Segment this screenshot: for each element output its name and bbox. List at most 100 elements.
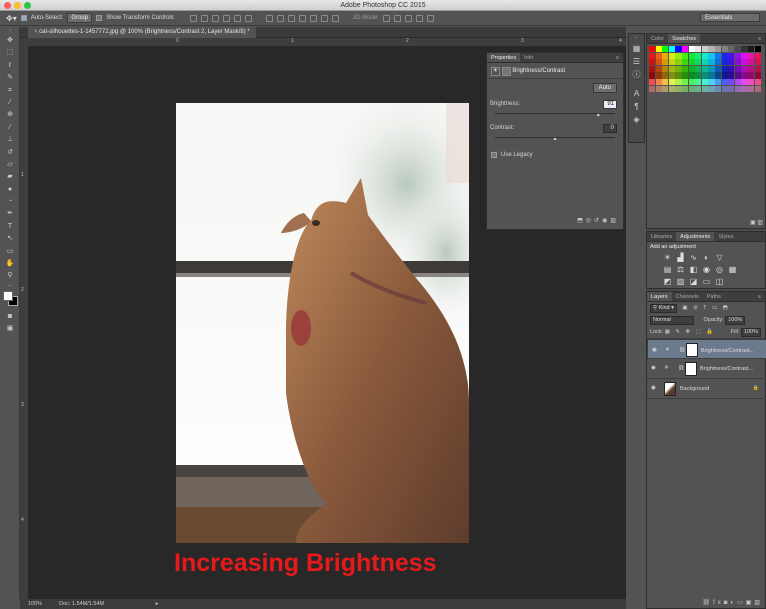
distribute-right-icon[interactable]	[320, 14, 328, 22]
gradient-map-adj-icon[interactable]: ▭	[702, 277, 711, 286]
swatch-cell[interactable]	[748, 46, 755, 53]
swatch-cell[interactable]	[701, 46, 708, 53]
swatch-cell[interactable]	[708, 65, 715, 72]
swatch-cell[interactable]	[734, 72, 741, 79]
swatch-cell[interactable]	[701, 65, 708, 72]
swatch-cell[interactable]	[688, 72, 695, 79]
swatch-cell[interactable]	[708, 59, 715, 66]
swatch-cell[interactable]	[721, 59, 728, 66]
swatch-cell[interactable]	[721, 79, 728, 86]
swatch-cell[interactable]	[741, 65, 748, 72]
swatch-cell[interactable]	[695, 59, 702, 66]
swatch-cell[interactable]	[688, 85, 695, 92]
swatch-cell[interactable]	[721, 52, 728, 59]
quick-select-tool-icon[interactable]: ✎	[0, 72, 20, 84]
swatch-cell[interactable]	[708, 52, 715, 59]
zoom-level[interactable]: 100%	[28, 601, 42, 607]
swatch-cell[interactable]	[754, 46, 761, 53]
curves-adj-icon[interactable]: ∿	[689, 253, 698, 262]
3d-pan-icon[interactable]	[404, 14, 412, 22]
history-brush-tool-icon[interactable]: ↺	[0, 147, 20, 159]
3d-roll-icon[interactable]	[393, 14, 401, 22]
swatch-cell[interactable]	[662, 65, 669, 72]
clone-stamp-tool-icon[interactable]: ⊥	[0, 134, 20, 146]
type-tool-icon[interactable]: T	[0, 221, 20, 233]
swatch-cell[interactable]	[701, 72, 708, 79]
swatch-cell[interactable]	[748, 59, 755, 66]
info-icon[interactable]: ⓘ	[629, 68, 644, 81]
eyedropper-tool-icon[interactable]: ⁄	[0, 97, 20, 109]
eraser-tool-icon[interactable]: ▱	[0, 159, 20, 171]
swatch-cell[interactable]	[675, 79, 682, 86]
swatch-cell[interactable]	[668, 79, 675, 86]
swatch-cell[interactable]	[649, 85, 656, 92]
layer-mask-icon[interactable]	[501, 67, 511, 76]
swatch-cell[interactable]	[668, 85, 675, 92]
new-group-icon[interactable]: ▭	[737, 600, 746, 606]
swatch-cell[interactable]	[649, 46, 656, 53]
tab-paths[interactable]: Paths	[703, 292, 725, 301]
swatch-cell[interactable]	[748, 72, 755, 79]
move-tool-icon[interactable]: ✥	[0, 35, 20, 47]
photo-filter-adj-icon[interactable]: ◉	[702, 265, 711, 274]
align-hcenter-icon[interactable]	[233, 14, 241, 22]
swatch-cell[interactable]	[715, 65, 722, 72]
tab-adjustments[interactable]: Adjustments	[676, 232, 715, 241]
swatch-cell[interactable]	[675, 72, 682, 79]
foreground-color-icon[interactable]	[3, 290, 13, 301]
minimize-window-icon[interactable]	[14, 2, 21, 9]
swatch-cell[interactable]	[708, 46, 715, 53]
delete-layer-icon[interactable]: ▥	[754, 600, 763, 606]
swatch-cell[interactable]	[741, 79, 748, 86]
layer-row[interactable]: ◉ Background 🔒	[647, 379, 766, 399]
color-swatches[interactable]	[0, 289, 20, 311]
swatches-menu-icon[interactable]: ≡	[754, 34, 765, 43]
swatch-cell[interactable]	[734, 46, 741, 53]
swatch-cell[interactable]	[662, 85, 669, 92]
3d-scale-icon[interactable]	[426, 14, 434, 22]
quick-mask-icon[interactable]: ◙	[0, 311, 20, 323]
reset-icon[interactable]: ↺	[594, 218, 602, 224]
swatch-cell[interactable]	[734, 59, 741, 66]
swatch-cell[interactable]	[741, 59, 748, 66]
link-layers-icon[interactable]: ⛓	[702, 600, 713, 606]
horizontal-ruler[interactable]: 0 1 2 3 4	[29, 38, 626, 47]
invert-adj-icon[interactable]: ◩	[663, 277, 672, 286]
brightness-field[interactable]: 91	[603, 100, 617, 109]
swatch-cell[interactable]	[682, 46, 689, 53]
swatch-cell[interactable]	[728, 72, 735, 79]
distribute-vcenter-icon[interactable]	[276, 14, 284, 22]
swatch-cell[interactable]	[682, 72, 689, 79]
threshold-adj-icon[interactable]: ◪	[689, 277, 698, 286]
swatch-cell[interactable]	[682, 59, 689, 66]
layer-mask-thumbnail[interactable]	[686, 343, 698, 357]
swatch-cell[interactable]	[695, 46, 702, 53]
distribute-left-icon[interactable]	[298, 14, 306, 22]
align-bottom-icon[interactable]	[211, 14, 219, 22]
background-thumbnail[interactable]	[664, 382, 676, 396]
distribute-hcenter-icon[interactable]	[309, 14, 317, 22]
swatch-cell[interactable]	[701, 79, 708, 86]
fx-icon[interactable]: fx	[713, 600, 724, 606]
swatch-cell[interactable]	[695, 79, 702, 86]
swatch-cell[interactable]	[668, 65, 675, 72]
exposure-adj-icon[interactable]: ◐	[702, 253, 711, 262]
3d-rotate-icon[interactable]	[382, 14, 390, 22]
swatch-cell[interactable]	[721, 65, 728, 72]
pen-tool-icon[interactable]: ✒	[0, 208, 20, 220]
swatch-cell[interactable]	[701, 52, 708, 59]
swatch-cell[interactable]	[675, 46, 682, 53]
swatch-cell[interactable]	[662, 59, 669, 66]
swatch-cell[interactable]	[655, 46, 662, 53]
tab-info[interactable]: Info	[520, 53, 537, 62]
swatch-cell[interactable]	[668, 59, 675, 66]
swatch-cell[interactable]	[695, 52, 702, 59]
move-tool-icon[interactable]: ✥▾	[6, 14, 17, 23]
swatch-cell[interactable]	[721, 72, 728, 79]
swatch-cell[interactable]	[708, 85, 715, 92]
delete-icon[interactable]: ▥	[610, 218, 619, 224]
tab-styles[interactable]: Styles	[714, 232, 737, 241]
swatch-cell[interactable]	[675, 65, 682, 72]
color-balance-adj-icon[interactable]: ⚖	[676, 265, 685, 274]
view-previous-icon[interactable]: ◎	[586, 218, 594, 224]
